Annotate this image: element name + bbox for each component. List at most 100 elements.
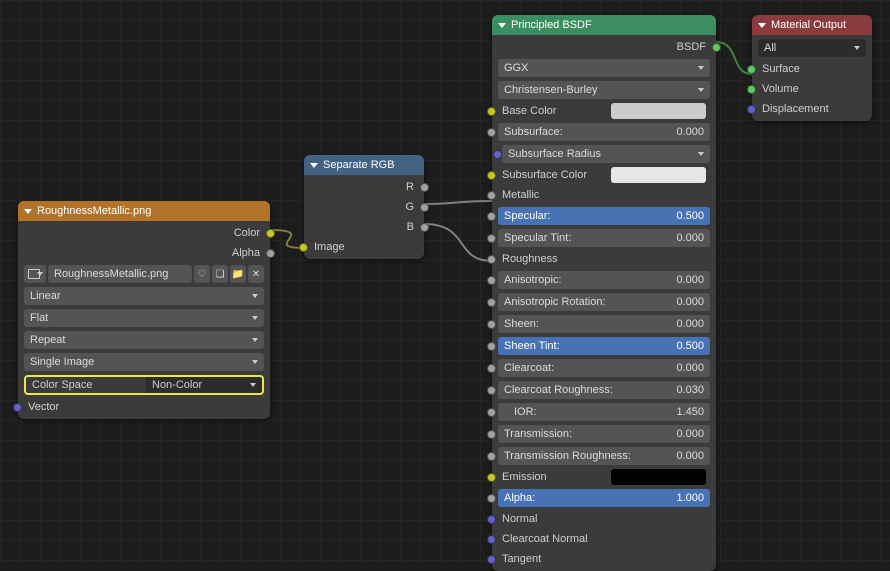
sheen-tint-field[interactable]: Sheen Tint: 0.500	[498, 337, 710, 355]
image-input-row: Image	[304, 238, 424, 256]
vector-input-socket[interactable]	[13, 403, 22, 412]
volume-socket[interactable]	[747, 85, 756, 94]
subsurface-field[interactable]: Subsurface: 0.000	[498, 123, 710, 141]
alpha-output-label: Alpha	[232, 247, 260, 259]
base-color-label: Base Color	[502, 105, 611, 117]
trans-rough-field[interactable]: Transmission Roughness: 0.000	[498, 447, 710, 465]
image-texture-node[interactable]: RoughnessMetallic.png Color Alpha Roughn…	[18, 201, 270, 419]
tangent-row: Tangent	[492, 550, 716, 568]
subsurface-radius-dropdown[interactable]: Subsurface Radius	[502, 145, 710, 163]
clearcoat-field[interactable]: Clearcoat: 0.000	[498, 359, 710, 377]
base-color-swatch[interactable]	[611, 103, 706, 119]
sep-rgb-header[interactable]: Separate RGB	[304, 155, 424, 175]
projection-dropdown[interactable]: Flat	[24, 309, 264, 327]
bsdf-output-row: BSDF	[492, 38, 716, 56]
unlink-image-button[interactable]: ✕	[248, 265, 264, 283]
color-space-dropdown[interactable]: Non-Color	[146, 377, 262, 393]
anisotropic-field[interactable]: Anisotropic: 0.000	[498, 271, 710, 289]
subsurface-color-swatch[interactable]	[611, 167, 706, 183]
specular-field[interactable]: Specular: 0.500	[498, 207, 710, 225]
sheen-label: Sheen:	[504, 318, 539, 330]
collapse-icon[interactable]	[758, 23, 766, 28]
interpolation-dropdown[interactable]: Linear	[24, 287, 264, 305]
new-image-button[interactable]: ❏	[212, 265, 228, 283]
sheen-socket[interactable]	[487, 320, 496, 329]
target-dropdown[interactable]: All	[758, 39, 866, 57]
metallic-socket[interactable]	[487, 191, 496, 200]
alpha-socket[interactable]	[487, 494, 496, 503]
color-space-value: Non-Color	[152, 379, 202, 391]
sheen-field[interactable]: Sheen: 0.000	[498, 315, 710, 333]
image-name-field[interactable]: RoughnessMetallic.png	[48, 265, 192, 283]
output-title: Material Output	[771, 19, 846, 31]
color-space-row: Color Space Non-Color	[24, 375, 264, 395]
image-datablock-dropdown[interactable]	[24, 265, 46, 283]
roughness-label: Roughness	[502, 253, 558, 265]
alpha-field[interactable]: Alpha: 1.000	[498, 489, 710, 507]
subsurface-radius-socket[interactable]	[493, 150, 502, 159]
collapse-icon[interactable]	[310, 163, 318, 168]
specular-tint-field[interactable]: Specular Tint: 0.000	[498, 229, 710, 247]
ior-socket[interactable]	[487, 408, 496, 417]
color-output-socket[interactable]	[266, 229, 275, 238]
distribution-dropdown[interactable]: GGX	[498, 59, 710, 77]
displacement-label: Displacement	[762, 103, 829, 115]
subsurface-color-socket[interactable]	[487, 171, 496, 180]
principled-bsdf-node[interactable]: Principled BSDF BSDF GGX Christensen-Bur…	[492, 15, 716, 571]
cc-rough-field[interactable]: Clearcoat Roughness: 0.030	[498, 381, 710, 399]
anisotropic-socket[interactable]	[487, 276, 496, 285]
collapse-icon[interactable]	[24, 209, 32, 214]
sep-rgb-title: Separate RGB	[323, 159, 395, 171]
subsurface-color-row: Subsurface Color	[492, 166, 716, 184]
volume-label: Volume	[762, 83, 799, 95]
aniso-rot-field[interactable]: Anisotropic Rotation: 0.000	[498, 293, 710, 311]
roughness-socket[interactable]	[487, 255, 496, 264]
image-input-label: Image	[314, 241, 345, 253]
open-image-button[interactable]: 📁	[230, 265, 246, 283]
aniso-rot-socket[interactable]	[487, 298, 496, 307]
displacement-socket[interactable]	[747, 105, 756, 114]
color-output-row: Color	[18, 224, 270, 242]
subsurface-radius-label: Subsurface Radius	[508, 148, 601, 160]
collapse-icon[interactable]	[498, 23, 506, 28]
image-node-header[interactable]: RoughnessMetallic.png	[18, 201, 270, 221]
specular-label: Specular:	[504, 210, 550, 222]
distribution-label: GGX	[504, 62, 528, 74]
surface-socket[interactable]	[747, 65, 756, 74]
separate-rgb-node[interactable]: Separate RGB R G B Image	[304, 155, 424, 259]
cc-rough-label: Clearcoat Roughness:	[504, 384, 613, 396]
b-output-socket[interactable]	[420, 223, 429, 232]
source-dropdown[interactable]: Single Image	[24, 353, 264, 371]
bsdf-title: Principled BSDF	[511, 19, 592, 31]
transmission-socket[interactable]	[487, 430, 496, 439]
fake-user-button[interactable]: ♡	[194, 265, 210, 283]
g-output-row: G	[304, 198, 424, 216]
cc-rough-socket[interactable]	[487, 386, 496, 395]
emission-socket[interactable]	[487, 473, 496, 482]
output-header[interactable]: Material Output	[752, 15, 872, 35]
bsdf-output-socket[interactable]	[712, 43, 721, 52]
specular-socket[interactable]	[487, 212, 496, 221]
alpha-value: 1.000	[676, 492, 704, 504]
material-output-node[interactable]: Material Output All Surface Volume Displ…	[752, 15, 872, 121]
emission-row: Emission	[492, 468, 716, 486]
emission-swatch[interactable]	[611, 469, 706, 485]
bsdf-header[interactable]: Principled BSDF	[492, 15, 716, 35]
trans-rough-socket[interactable]	[487, 452, 496, 461]
image-input-socket[interactable]	[299, 243, 308, 252]
r-output-socket[interactable]	[420, 183, 429, 192]
sheen-tint-socket[interactable]	[487, 342, 496, 351]
extension-dropdown[interactable]: Repeat	[24, 331, 264, 349]
transmission-field[interactable]: Transmission: 0.000	[498, 425, 710, 443]
image-icon	[28, 269, 40, 279]
g-output-socket[interactable]	[420, 203, 429, 212]
base-color-socket[interactable]	[487, 107, 496, 116]
sss-method-dropdown[interactable]: Christensen-Burley	[498, 81, 710, 99]
ior-field[interactable]: IOR: 1.450	[498, 403, 710, 421]
alpha-output-socket[interactable]	[266, 249, 275, 258]
bsdf-output-label: BSDF	[677, 41, 706, 53]
clearcoat-socket[interactable]	[487, 364, 496, 373]
specular-tint-socket[interactable]	[487, 234, 496, 243]
cc-normal-row: Clearcoat Normal	[492, 530, 716, 548]
subsurface-socket[interactable]	[487, 128, 496, 137]
